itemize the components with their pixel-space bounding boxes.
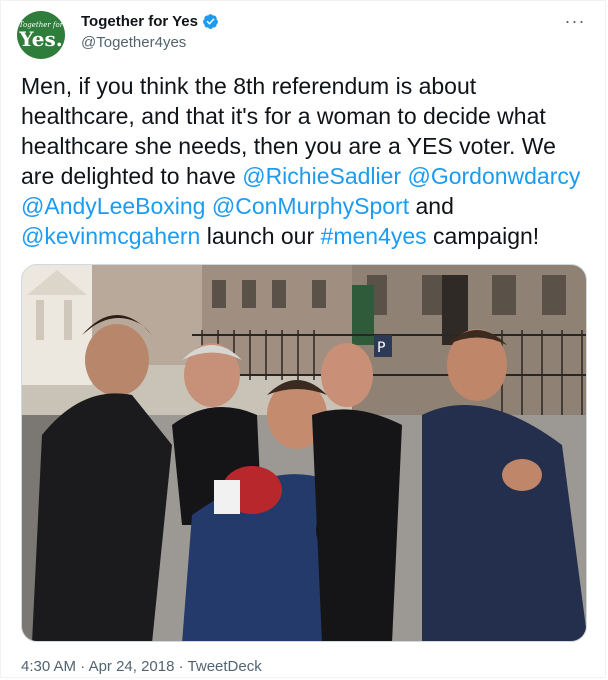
avatar[interactable]: Together for Yes. [17,11,65,59]
tweet-text-segment: campaign! [426,223,540,249]
mention-link[interactable]: @RichieSadlier [242,163,401,189]
tweet-time-link[interactable]: 4:30 AM [21,658,76,675]
tweet-card: Together for Yes. Together for Yes @Toge… [0,0,606,678]
author-display-name[interactable]: Together for Yes [81,13,198,30]
tweet-source-link[interactable]: TweetDeck [188,658,262,675]
mention-link[interactable]: @kevinmcgahern [21,223,200,249]
footer-separator: · [76,658,89,675]
tweet-text-segment: and [409,193,454,219]
author-handle[interactable]: @Together4yes [81,34,186,51]
tweet-text-segment: launch our [200,223,321,249]
verified-badge-icon [203,14,218,29]
mention-link[interactable]: @AndyLeeBoxing [21,193,205,219]
more-options-button[interactable]: ··· [563,11,587,31]
svg-text:P: P [377,340,385,356]
footer-separator: · [174,658,188,675]
photo-men4yes-group: P [22,265,586,641]
avatar-text-big: Yes. [19,26,63,51]
more-horizontal-icon: ··· [564,10,586,31]
tweet-text: Men, if you think the 8th referendum is … [21,71,593,251]
hashtag-link[interactable]: #men4yes [321,223,427,249]
tweet-photo[interactable]: P [21,264,587,642]
author-name-row: Together for Yes [81,13,219,30]
tweet-date-link[interactable]: Apr 24, 2018 [89,658,175,675]
tweet-footer: 4:30 AM · Apr 24, 2018 · TweetDeck [21,658,262,675]
mention-link[interactable]: @Gordonwdarcy [407,163,580,189]
mention-link[interactable]: @ConMurphySport [212,193,409,219]
